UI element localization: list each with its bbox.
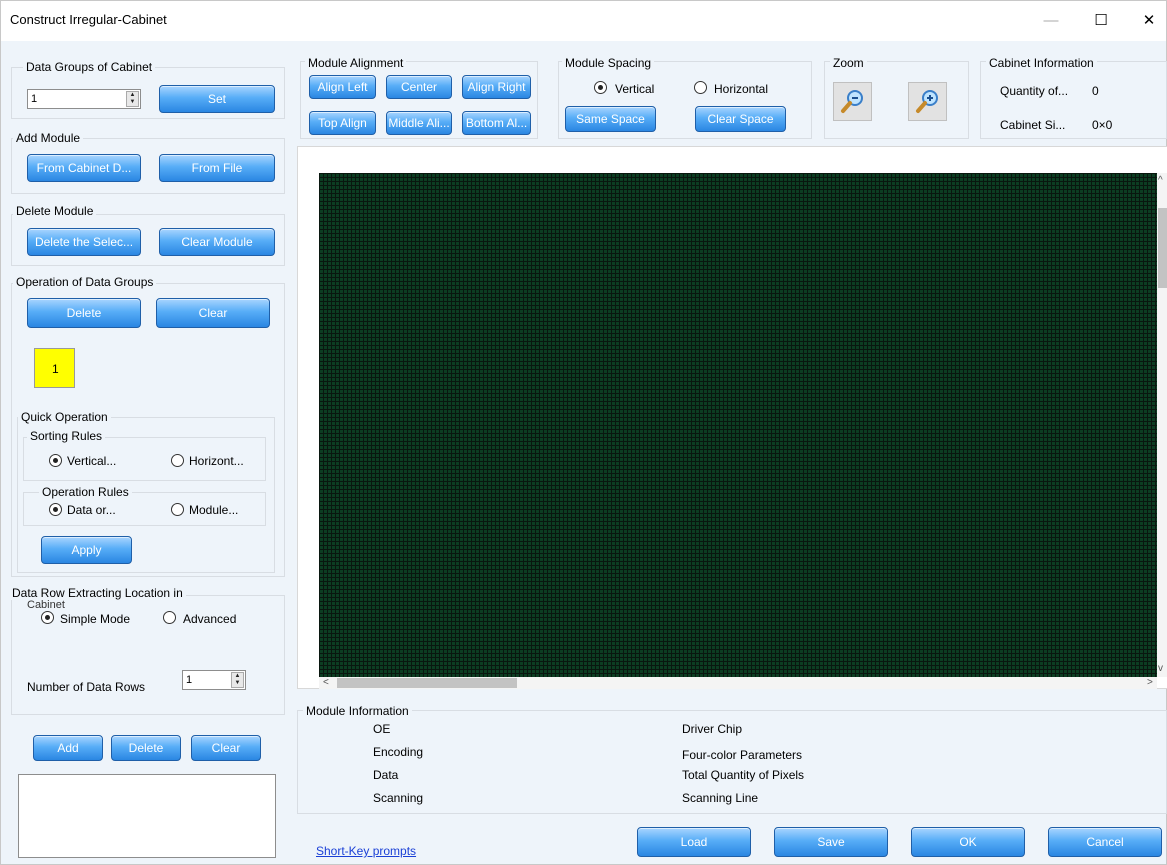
from-file-button[interactable]: From File [159, 154, 275, 182]
module-grid[interactable] [319, 173, 1157, 677]
operation-module-radio[interactable] [171, 503, 184, 516]
load-button[interactable]: Load [637, 827, 751, 857]
zoom-in-icon [916, 90, 938, 113]
quantity-label: Quantity of... [1000, 84, 1069, 98]
operation-data-radio[interactable] [49, 503, 62, 516]
data-row-list[interactable] [18, 774, 276, 858]
advanced-label: Advanced [183, 612, 237, 626]
save-button[interactable]: Save [774, 827, 888, 857]
delete-selected-button[interactable]: Delete the Selec... [27, 228, 141, 256]
total-pixels-label: Total Quantity of Pixels [682, 768, 805, 782]
clear-row-button[interactable]: Clear [191, 735, 261, 761]
zoom-in-button[interactable] [908, 82, 947, 121]
top-align-button[interactable]: Top Align [309, 111, 376, 135]
scanning-label: Scanning [373, 791, 424, 805]
close-icon[interactable]: ✕ [1129, 7, 1167, 35]
data-groups-legend: Data Groups of Cabinet [23, 60, 156, 74]
quick-operation-legend: Quick Operation [18, 410, 111, 424]
sorting-horizontal-label: Horizont... [189, 454, 244, 468]
middle-align-button[interactable]: Middle Ali... [386, 111, 452, 135]
add-module-legend: Add Module [13, 131, 84, 145]
horizontal-scrollbar[interactable]: < > [319, 677, 1157, 689]
data-label: Data [373, 768, 399, 782]
oe-label: OE [373, 722, 391, 736]
spacing-horizontal-label: Horizontal [714, 82, 769, 96]
spacing-vertical-radio[interactable] [594, 81, 607, 94]
data-groups-value: 1 [31, 93, 38, 105]
module-info-legend: Module Information [303, 704, 412, 718]
encoding-label: Encoding [373, 745, 424, 759]
scroll-right-icon[interactable]: > [1147, 677, 1153, 688]
rows-spin-arrows-icon[interactable]: ▲ ▼ [231, 672, 244, 688]
cancel-button[interactable]: Cancel [1048, 827, 1162, 857]
sorting-vertical-label: Vertical... [67, 454, 117, 468]
sorting-horizontal-radio[interactable] [171, 454, 184, 467]
rows-value: 1 [186, 674, 193, 686]
window-title: Construct Irregular-Cabinet [10, 12, 167, 27]
center-button[interactable]: Center [386, 75, 452, 99]
minimize-icon[interactable]: — [1031, 7, 1071, 35]
four-color-label: Four-color Parameters [682, 748, 803, 762]
delete-group-button[interactable]: Delete [27, 298, 141, 328]
spin-arrows-icon[interactable]: ▲ ▼ [126, 91, 139, 107]
cabinet-size-label: Cabinet Si... [1000, 118, 1066, 132]
clear-module-button[interactable]: Clear Module [159, 228, 275, 256]
title-bar: Construct Irregular-Cabinet — ☐ ✕ [1, 1, 1166, 41]
delete-module-legend: Delete Module [13, 204, 97, 218]
scroll-left-icon[interactable]: < [323, 677, 329, 688]
scroll-down-icon[interactable]: v [1158, 663, 1163, 674]
apply-button[interactable]: Apply [41, 536, 132, 564]
simple-mode-radio[interactable] [41, 611, 54, 624]
operation-rules-legend: Operation Rules [39, 485, 132, 499]
module-spacing-legend: Module Spacing [562, 56, 655, 70]
sorting-vertical-radio[interactable] [49, 454, 62, 467]
construct-irregular-cabinet-window: Construct Irregular-Cabinet — ☐ ✕ Data G… [0, 0, 1167, 865]
data-group-number: 1 [52, 362, 59, 376]
short-key-link[interactable]: Short-Key prompts [316, 844, 416, 858]
clear-group-button[interactable]: Clear [156, 298, 270, 328]
operation-groups-legend: Operation of Data Groups [13, 275, 157, 289]
spacing-vertical-label: Vertical [615, 82, 655, 96]
vertical-scroll-thumb[interactable] [1158, 208, 1167, 288]
operation-module-label: Module... [189, 503, 239, 517]
cabinet-info-legend: Cabinet Information [986, 56, 1097, 70]
zoom-out-button[interactable] [833, 82, 872, 121]
rows-label: Number of Data Rows [27, 680, 146, 694]
driver-chip-label: Driver Chip [682, 722, 743, 736]
vertical-scrollbar[interactable]: ^ v [1157, 173, 1167, 677]
align-right-button[interactable]: Align Right [462, 75, 531, 99]
same-space-button[interactable]: Same Space [565, 106, 656, 132]
from-cabinet-button[interactable]: From Cabinet D... [27, 154, 141, 182]
simple-mode-label: Simple Mode [60, 612, 131, 626]
module-canvas[interactable]: ^ v < > [297, 146, 1167, 689]
set-button[interactable]: Set [159, 85, 275, 113]
data-groups-spinbox[interactable]: 1 ▲ ▼ [27, 89, 141, 109]
align-left-button[interactable]: Align Left [309, 75, 376, 99]
data-row-legend-line2: Cabinet [27, 600, 65, 609]
data-group-swatch[interactable]: 1 [34, 348, 75, 388]
quantity-value: 0 [1092, 84, 1099, 98]
bottom-align-button[interactable]: Bottom Al... [462, 111, 531, 135]
rows-spinbox[interactable]: 1 ▲ ▼ [182, 670, 246, 690]
module-alignment-legend: Module Alignment [305, 56, 407, 70]
clear-space-button[interactable]: Clear Space [695, 106, 786, 132]
maximize-icon[interactable]: ☐ [1081, 7, 1121, 35]
ok-button[interactable]: OK [911, 827, 1025, 857]
data-row-legend-line1: Data Row Extracting Location in [9, 586, 186, 600]
cabinet-size-value: 0×0 [1092, 118, 1113, 132]
spacing-horizontal-radio[interactable] [694, 81, 707, 94]
horizontal-scroll-thumb[interactable] [337, 678, 517, 688]
scroll-up-icon[interactable]: ^ [1158, 175, 1163, 186]
operation-data-label: Data or... [67, 503, 116, 517]
delete-row-button[interactable]: Delete [111, 735, 181, 761]
zoom-legend: Zoom [830, 56, 867, 70]
advanced-radio[interactable] [163, 611, 176, 624]
zoom-out-icon [841, 90, 863, 113]
scanning-line-label: Scanning Line [682, 791, 759, 805]
add-row-button[interactable]: Add [33, 735, 103, 761]
sorting-rules-legend: Sorting Rules [27, 429, 106, 443]
